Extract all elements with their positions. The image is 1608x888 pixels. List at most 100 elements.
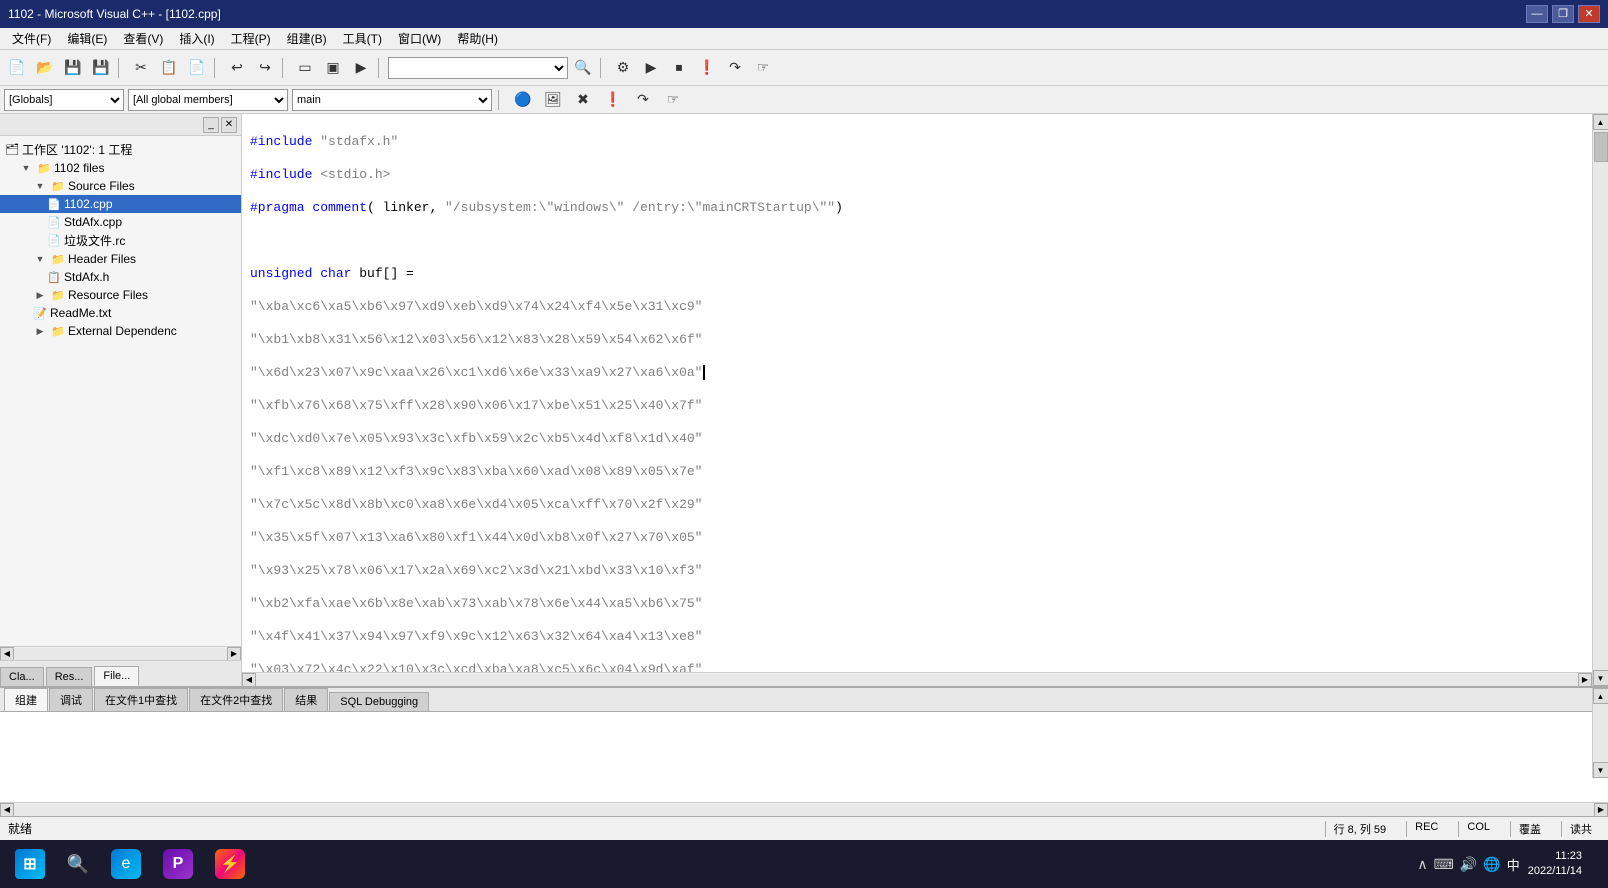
debug-button[interactable]: ▶ [348, 55, 374, 81]
vscroll-down-arrow[interactable]: ▼ [1593, 670, 1608, 686]
menu-item-I[interactable]: 插入(I) [171, 28, 222, 49]
code-hscroll[interactable]: ◀ ▶ [242, 672, 1592, 686]
combo-search[interactable] [388, 57, 568, 79]
hscroll-track[interactable] [14, 648, 227, 660]
tree-stdafx-h[interactable]: 📋 StdAfx.h [0, 268, 241, 286]
title-text: 1102 - Microsoft Visual C++ - [1102.cpp] [8, 7, 221, 21]
tree-rc-file[interactable]: 📄 垃圾文件.rc [0, 231, 241, 250]
start-icon: ⊞ [15, 849, 45, 879]
tray-lang[interactable]: 中 [1507, 855, 1520, 874]
copy-button[interactable]: 📋 [156, 55, 182, 81]
start-button[interactable]: ⊞ [8, 842, 52, 886]
undo-button[interactable]: ↩ [224, 55, 250, 81]
debug-cursor-button[interactable]: ☞ [750, 55, 776, 81]
tab-debug[interactable]: 调试 [49, 688, 93, 711]
cut-button[interactable]: ✂ [128, 55, 154, 81]
debug-break-button[interactable]: ❗ [694, 55, 720, 81]
debug-run-button[interactable]: ▶ [638, 55, 664, 81]
hscroll-left-arrow[interactable]: ◀ [0, 647, 14, 661]
bottom-vscroll[interactable]: ▲ ▼ [1592, 688, 1608, 778]
toolbar2-btn2[interactable]: 🖼 [540, 87, 566, 113]
tab-sql-debugging[interactable]: SQL Debugging [329, 692, 429, 711]
panel-minimize-btn[interactable]: _ [203, 117, 219, 133]
toolbar2-btn5[interactable]: ↷ [630, 87, 656, 113]
tab-find1[interactable]: 在文件1中查找 [94, 688, 188, 711]
redo-button[interactable]: ↪ [252, 55, 278, 81]
function-combo[interactable]: main [292, 89, 492, 111]
tray-keyboard[interactable]: ⌨ [1434, 856, 1454, 873]
tree-resource-files-folder[interactable]: 📁 Resource Files [0, 286, 241, 304]
vscroll-up-arrow[interactable]: ▲ [1593, 114, 1608, 130]
code-editor[interactable]: #include "stdafx.h" #include <stdio.h> #… [242, 114, 1592, 672]
vscroll-track[interactable] [1593, 130, 1608, 670]
build-button[interactable]: ▣ [320, 55, 346, 81]
search-button[interactable]: 🔍 [60, 846, 96, 882]
toolbar2-btn6[interactable]: ☞ [660, 87, 686, 113]
menu-item-B[interactable]: 组建(B) [279, 28, 335, 49]
save-button[interactable]: 💾 [60, 55, 86, 81]
debug-tools-button[interactable]: ⚙ [610, 55, 636, 81]
panel-close-btn[interactable]: ✕ [221, 117, 237, 133]
taskbar-edge-app[interactable]: e [104, 842, 148, 886]
menu-item-F[interactable]: 文件(F) [4, 28, 59, 49]
bottom-hscroll-right[interactable]: ▶ [1594, 803, 1608, 817]
bscroll-up[interactable]: ▲ [1593, 688, 1608, 704]
scope-combo[interactable]: [Globals] [4, 89, 124, 111]
hscroll-right-arrow[interactable]: ▶ [227, 647, 241, 661]
bottom-hscroll-track[interactable] [14, 804, 1594, 816]
menu-item-E[interactable]: 编辑(E) [59, 28, 115, 49]
tray-volume[interactable]: 🔊 [1460, 856, 1477, 873]
find-button[interactable]: 🔍 [570, 55, 596, 81]
left-panel-hscroll[interactable]: ◀ ▶ [0, 646, 241, 660]
right-scrollbar[interactable]: ▲ ▼ [1592, 114, 1608, 686]
taskbar-clock[interactable]: 11:23 2022/11/14 [1528, 849, 1582, 880]
bscroll-down[interactable]: ▼ [1593, 762, 1608, 778]
tray-network[interactable]: 🌐 [1483, 856, 1500, 873]
vscroll-thumb[interactable] [1594, 132, 1608, 162]
save-all-button[interactable]: 💾 [88, 55, 114, 81]
tree-source-files-folder[interactable]: 📁 Source Files [0, 177, 241, 195]
new-file-button[interactable]: 📄 [4, 55, 30, 81]
restore-button[interactable]: ❐ [1552, 5, 1574, 23]
members-combo[interactable]: [All global members] [128, 89, 288, 111]
code-hscroll-left[interactable]: ◀ [242, 673, 256, 687]
toolbar2-btn3[interactable]: ✖ [570, 87, 596, 113]
tree-workspace[interactable]: 🗂 工作区 '1102': 1 工程 [0, 140, 241, 159]
debug-stop-button[interactable]: ⏹ [666, 55, 692, 81]
open-file-button[interactable]: 📂 [32, 55, 58, 81]
menu-item-T[interactable]: 工具(T) [335, 28, 390, 49]
tray-up-arrow[interactable]: ∧ [1417, 856, 1427, 873]
paste-button[interactable]: 📄 [184, 55, 210, 81]
tab-classview[interactable]: Cla... [0, 667, 44, 686]
bottom-hscroll-left[interactable]: ◀ [0, 803, 14, 817]
menu-item-W[interactable]: 窗口(W) [390, 28, 449, 49]
tree-readme[interactable]: 📝 ReadMe.txt [0, 304, 241, 322]
compile-button[interactable]: ▭ [292, 55, 318, 81]
taskbar-w-app[interactable]: ⚡ [208, 842, 252, 886]
minimize-button[interactable]: — [1526, 5, 1548, 23]
tree-project[interactable]: 📁 1102 files [0, 159, 241, 177]
tab-find2[interactable]: 在文件2中查找 [189, 688, 283, 711]
code-hscroll-track[interactable] [256, 674, 1578, 686]
toolbar2-btn1[interactable]: 🔵 [510, 87, 536, 113]
menu-item-H[interactable]: 帮助(H) [449, 28, 506, 49]
debug-step-button[interactable]: ↷ [722, 55, 748, 81]
tree-external-deps[interactable]: 📁 External Dependenc [0, 322, 241, 340]
close-button[interactable]: ✕ [1578, 5, 1600, 23]
menu-item-V[interactable]: 查看(V) [115, 28, 171, 49]
clock-time: 11:23 [1528, 849, 1582, 864]
show-desktop-button[interactable] [1590, 842, 1600, 886]
taskbar-ppt-app[interactable]: P [156, 842, 200, 886]
tab-resourceview[interactable]: Res... [46, 667, 93, 686]
tab-results[interactable]: 结果 [284, 688, 328, 711]
tab-fileview[interactable]: File... [94, 666, 139, 686]
tree-stdafx-cpp[interactable]: 📄 StdAfx.cpp [0, 213, 241, 231]
bscroll-track[interactable] [1593, 704, 1608, 762]
toolbar2-btn4[interactable]: ❗ [600, 87, 626, 113]
menu-item-P[interactable]: 工程(P) [223, 28, 279, 49]
bottom-hscroll[interactable]: ◀ ▶ [0, 802, 1608, 816]
tree-1102-cpp[interactable]: 📄 1102.cpp [0, 195, 241, 213]
code-hscroll-right[interactable]: ▶ [1578, 673, 1592, 687]
tab-build[interactable]: 组建 [4, 688, 48, 711]
tree-header-files-folder[interactable]: 📁 Header Files [0, 250, 241, 268]
